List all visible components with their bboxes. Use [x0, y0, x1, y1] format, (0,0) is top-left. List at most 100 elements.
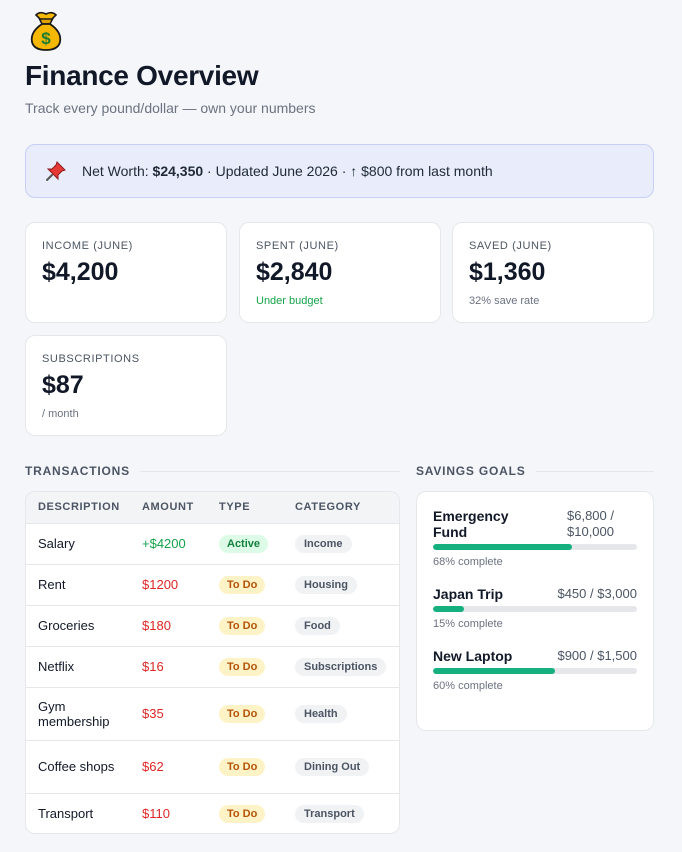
money-bag-icon: $ — [30, 11, 62, 51]
table-row[interactable]: Transport $110 To Do Transport — [26, 792, 399, 833]
category-tag: Transport — [295, 804, 364, 823]
page-title: Finance Overview — [25, 60, 259, 91]
category-cell: Health — [283, 686, 399, 740]
svg-text:$: $ — [41, 29, 51, 48]
goals-section-label: SAVINGS GOALS — [416, 464, 654, 478]
amount-cell: +$4200 — [130, 522, 207, 564]
card-value: $2,840 — [256, 258, 333, 286]
type-cell: To Do — [207, 604, 283, 646]
subscriptions-card: Subscriptions $87 / month — [25, 335, 227, 436]
description-cell: Rent — [26, 563, 130, 605]
transactions-section-label: TRANSACTIONS — [25, 464, 400, 478]
table-row[interactable]: Salary +$4200 Active Income — [26, 522, 399, 564]
card-label: Spent (June) — [256, 240, 339, 252]
goal-note: 15% complete — [433, 618, 503, 630]
goal-progress-fill — [433, 668, 556, 674]
spent-card: Spent (June) $2,840 Under budget — [239, 222, 441, 323]
amount-cell: $35 — [130, 686, 207, 740]
status-badge: To Do — [219, 657, 266, 676]
divider — [535, 470, 654, 472]
table-row[interactable]: Coffee shops $62 To Do Dining Out — [26, 739, 399, 793]
column-header[interactable]: CATEGORY — [283, 492, 399, 523]
status-badge: Active — [219, 534, 269, 553]
amount-cell: $180 — [130, 604, 207, 646]
category-cell: Housing — [283, 563, 399, 605]
description-cell: Groceries — [26, 604, 130, 646]
table-row[interactable]: Groceries $180 To Do Food — [26, 604, 399, 646]
amount-cell: $16 — [130, 645, 207, 687]
goals-heading: SAVINGS GOALS — [416, 464, 526, 478]
category-cell: Subscriptions — [283, 645, 399, 687]
category-tag: Dining Out — [295, 757, 370, 776]
card-note: / month — [42, 408, 79, 420]
goal-item: Japan Trip $450 / $3,000 15% complete — [433, 586, 637, 630]
category-cell: Transport — [283, 792, 399, 833]
goal-amount: $450 / $3,000 — [557, 586, 637, 601]
card-value: $4,200 — [42, 258, 119, 286]
goal-amount: $6,800 / $10,000 — [567, 508, 614, 539]
table-header-row: DESCRIPTION AMOUNT TYPE CATEGORY — [26, 492, 399, 523]
table-row[interactable]: Rent $1200 To Do Housing — [26, 563, 399, 605]
status-badge: To Do — [219, 575, 266, 594]
goal-name: New Laptop — [433, 648, 513, 664]
column-header[interactable]: DESCRIPTION — [26, 492, 130, 523]
transactions-table: DESCRIPTION AMOUNT TYPE CATEGORY Salary … — [25, 491, 400, 834]
amount-cell: $1200 — [130, 563, 207, 605]
column-header[interactable]: AMOUNT — [130, 492, 207, 523]
card-label: Subscriptions — [42, 353, 140, 365]
card-value: $1,360 — [469, 258, 546, 286]
status-badge: To Do — [219, 616, 266, 635]
goal-name: Japan Trip — [433, 586, 504, 602]
goal-progress-fill — [433, 544, 572, 550]
goal-note: 60% complete — [433, 680, 503, 692]
category-tag: Housing — [295, 575, 357, 594]
amount-cell: $62 — [130, 739, 207, 793]
category-cell: Income — [283, 522, 399, 564]
status-badge: To Do — [219, 704, 266, 723]
type-cell: Active — [207, 522, 283, 564]
status-badge: To Do — [219, 757, 266, 776]
net-worth-value: $24,350 — [152, 163, 204, 179]
pushpin-icon — [46, 161, 66, 181]
type-cell: To Do — [207, 686, 283, 740]
goal-item: Emergency Fund $6,800 / $10,000 68% comp… — [433, 508, 637, 568]
description-cell: Transport — [26, 792, 130, 833]
goal-progress-bar — [433, 668, 637, 674]
goal-progress-bar — [433, 606, 637, 612]
status-badge: To Do — [219, 804, 266, 823]
transactions-heading: TRANSACTIONS — [25, 464, 130, 478]
type-cell: To Do — [207, 792, 283, 833]
type-cell: To Do — [207, 739, 283, 793]
card-note: Under budget — [256, 295, 323, 307]
net-worth-prefix: Net Worth: — [82, 163, 149, 179]
column-header[interactable]: TYPE — [207, 492, 283, 523]
category-tag: Subscriptions — [295, 657, 387, 676]
category-tag: Health — [295, 704, 347, 723]
description-cell: Netflix — [26, 645, 130, 687]
table-row[interactable]: Gym membership $35 To Do Health — [26, 686, 399, 740]
goal-progress-bar — [433, 544, 637, 550]
goal-amount: $900 / $1,500 — [557, 648, 637, 663]
type-cell: To Do — [207, 645, 283, 687]
goal-progress-fill — [433, 606, 464, 612]
goal-name: Emergency Fund — [433, 508, 509, 540]
goal-item: New Laptop $900 / $1,500 60% complete — [433, 648, 637, 692]
net-worth-banner: Net Worth: $24,350 · Updated June 2026 ·… — [25, 144, 654, 198]
card-label: Saved (June) — [469, 240, 552, 252]
income-card: Income (June) $4,200 — [25, 222, 227, 323]
savings-goals-card: Emergency Fund $6,800 / $10,000 68% comp… — [416, 491, 654, 731]
category-cell: Food — [283, 604, 399, 646]
table-row[interactable]: Netflix $16 To Do Subscriptions — [26, 645, 399, 687]
card-value: $87 — [42, 371, 84, 399]
net-worth-details: · Updated June 2026 · ↑ $800 from last m… — [207, 163, 493, 179]
card-label: Income (June) — [42, 240, 133, 252]
description-cell: Gym membership — [26, 686, 130, 740]
goal-note: 68% complete — [433, 556, 503, 568]
type-cell: To Do — [207, 563, 283, 605]
amount-cell: $110 — [130, 792, 207, 833]
category-tag: Income — [295, 534, 352, 553]
divider — [139, 470, 400, 472]
category-tag: Food — [295, 616, 340, 635]
description-cell: Salary — [26, 522, 130, 564]
description-cell: Coffee shops — [26, 739, 130, 793]
